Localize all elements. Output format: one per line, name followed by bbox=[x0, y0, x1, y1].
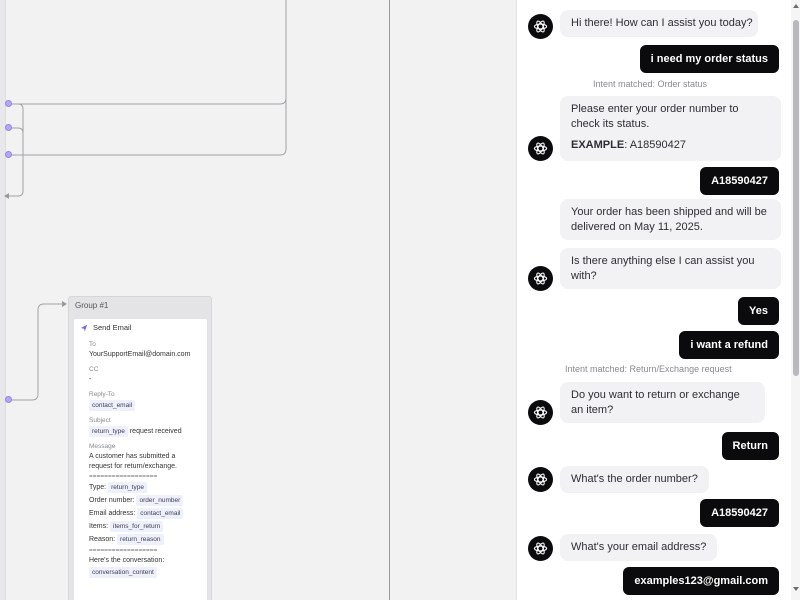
message-text: A customer has submitted a bbox=[89, 453, 176, 460]
connection-port[interactable] bbox=[5, 396, 12, 403]
edge-arrow-icon bbox=[62, 301, 67, 307]
cc-label: CC bbox=[89, 366, 99, 373]
connection-port[interactable] bbox=[5, 124, 12, 131]
example-label: EXAMPLE bbox=[571, 139, 625, 151]
connection-port[interactable] bbox=[5, 151, 12, 158]
user-message: i need my order status bbox=[639, 45, 779, 73]
variable-chip: return_type bbox=[108, 482, 147, 493]
bot-message-text: Please enter your order number to check … bbox=[571, 103, 739, 130]
group-title: Group #1 bbox=[75, 301, 109, 310]
canvas-divider bbox=[389, 0, 390, 600]
edge-line bbox=[6, 103, 24, 197]
node-title: Send Email bbox=[93, 323, 132, 332]
message-text: Type: bbox=[89, 484, 107, 491]
intent-matched-label: Intent matched: Return/Exchange request bbox=[565, 364, 732, 374]
message-separator: ================== bbox=[89, 473, 158, 480]
edge-arrow-icon bbox=[4, 193, 9, 199]
reply-to-label: Reply-To bbox=[89, 391, 115, 398]
bot-message: Is there anything else I can assist you … bbox=[560, 248, 781, 289]
bot-message: Your order has been shipped and will be … bbox=[560, 199, 781, 240]
connection-port[interactable] bbox=[5, 100, 12, 107]
variable-chip: return_type bbox=[89, 426, 128, 437]
message-text: request for return/exchange. bbox=[89, 463, 177, 470]
variable-chip: order_number bbox=[136, 495, 184, 506]
subject-text: request received bbox=[129, 428, 182, 435]
to-label: To bbox=[89, 341, 96, 348]
send-email-node[interactable]: Send Email To YourSupportEmail@domain.co… bbox=[73, 318, 208, 600]
atom-icon bbox=[533, 20, 548, 33]
user-message: Yes bbox=[738, 297, 779, 325]
bot-avatar bbox=[528, 467, 553, 492]
variable-chip: items_for_return bbox=[110, 521, 164, 532]
flow-canvas[interactable]: Group #1 Send Email To YourSupportEmail@… bbox=[0, 0, 516, 600]
intent-matched-label: Intent matched: Order status bbox=[593, 79, 708, 89]
bot-avatar bbox=[528, 136, 553, 161]
user-message: i want a refund bbox=[679, 331, 779, 359]
message-text: Reason: bbox=[89, 536, 116, 543]
user-message: A18590427 bbox=[700, 499, 779, 527]
bot-avatar bbox=[528, 536, 553, 561]
atom-icon bbox=[533, 473, 548, 486]
message-text: Order number: bbox=[89, 497, 135, 504]
bot-message: What's the order number? bbox=[560, 466, 709, 493]
message-text: Email address: bbox=[89, 510, 136, 517]
user-message: examples123@gmail.com bbox=[623, 567, 779, 595]
variable-chip: return_reason bbox=[117, 534, 164, 545]
scrollbar-thumb[interactable] bbox=[793, 20, 799, 376]
user-message: Return bbox=[721, 432, 779, 460]
variable-chip: conversation_content bbox=[89, 567, 157, 578]
message-text: Items: bbox=[89, 523, 109, 530]
bot-message: Please enter your order number to check … bbox=[560, 96, 781, 161]
user-message: A18590427 bbox=[700, 167, 779, 195]
bot-avatar bbox=[528, 266, 553, 291]
bot-message: Do you want to return or exchange an ite… bbox=[560, 382, 765, 423]
variable-chip: contact_email bbox=[137, 508, 184, 519]
paper-plane-icon bbox=[80, 324, 88, 331]
chat-panel[interactable]: Hi there! How can I assist you today? i … bbox=[516, 0, 800, 600]
edge-line bbox=[8, 0, 287, 156]
bot-avatar bbox=[528, 14, 553, 39]
scroll-up-icon[interactable] bbox=[793, 4, 799, 8]
edge-line bbox=[8, 303, 62, 401]
to-value: YourSupportEmail@domain.com bbox=[89, 351, 191, 358]
variable-chip: contact_email bbox=[89, 400, 136, 411]
chat-scrollbar[interactable] bbox=[791, 0, 800, 600]
message-separator: ================== bbox=[89, 547, 158, 554]
scroll-down-icon[interactable] bbox=[793, 587, 799, 591]
group-node[interactable]: Group #1 Send Email To YourSupportEmail@… bbox=[68, 296, 212, 600]
edge-line bbox=[8, 0, 287, 105]
atom-icon bbox=[533, 272, 548, 285]
example-value: : A18590427 bbox=[624, 139, 686, 151]
cc-value: - bbox=[89, 376, 92, 383]
message-text: Here's the conversation: bbox=[89, 557, 165, 564]
subject-label: Subject bbox=[89, 417, 111, 424]
message-label: Message bbox=[89, 443, 116, 450]
atom-icon bbox=[533, 542, 548, 555]
bot-avatar bbox=[528, 400, 553, 425]
bot-message: Hi there! How can I assist you today? bbox=[560, 10, 758, 37]
atom-icon bbox=[533, 142, 548, 155]
example-line: EXAMPLE: A18590427 bbox=[571, 138, 770, 153]
bot-message: What's your email address? bbox=[560, 534, 718, 561]
atom-icon bbox=[533, 406, 548, 419]
